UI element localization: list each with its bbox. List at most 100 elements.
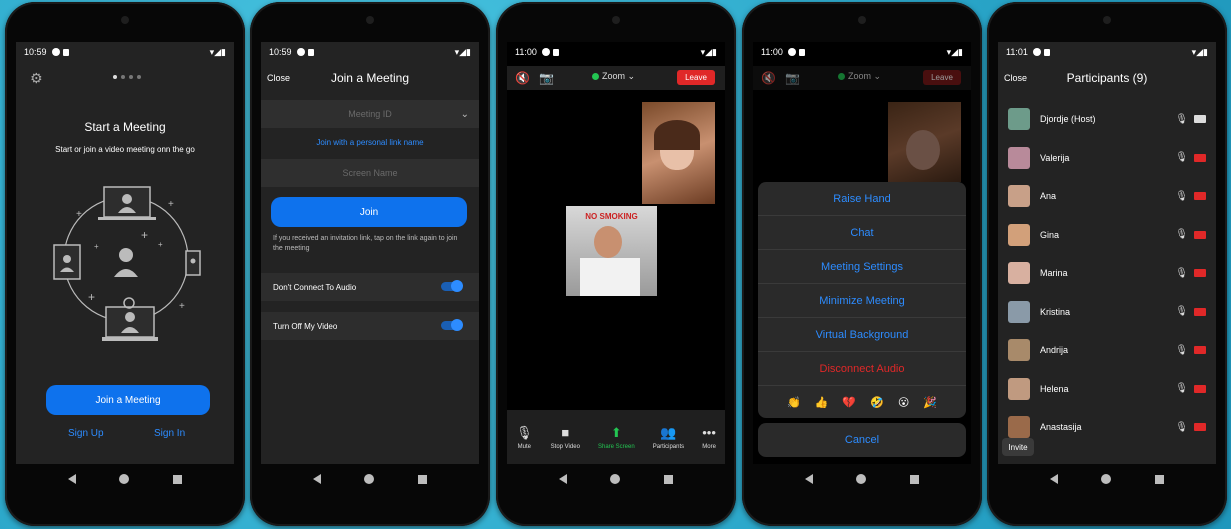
join-meeting-button[interactable]: Join a Meeting [46, 385, 210, 415]
audio-toggle[interactable] [441, 280, 463, 292]
participant-row[interactable]: Ana 🎙 [998, 177, 1216, 215]
meeting-id-input[interactable]: Meeting ID ⌄ [261, 100, 479, 128]
zoom-title-text: Zoom [602, 71, 626, 81]
android-nav-bar [261, 464, 479, 494]
participant-row[interactable]: Djordje (Host) 🎙 [998, 100, 1216, 138]
mic-icon: 🎙 [516, 424, 533, 440]
close-button[interactable]: Close [267, 73, 290, 83]
home-icon[interactable] [856, 474, 867, 484]
join-button[interactable]: Join [271, 197, 467, 227]
participant-video-man[interactable]: NO SMOKING [566, 206, 657, 296]
participant-row[interactable]: Marina 🎙 [998, 254, 1216, 292]
status-icons: ▾◢▮ [700, 46, 717, 57]
personal-link-name[interactable]: Join with a personal link name [261, 138, 479, 147]
close-button[interactable]: Close [1004, 73, 1027, 83]
leave-button[interactable]: Leave [677, 70, 715, 85]
mic-icon: 🎙 [1175, 229, 1188, 240]
screen-meeting: 11:00 ▾◢▮ 🔇 📷 Zoom ⌄ Leave NO SMOKING 🎙 M… [507, 42, 725, 464]
screen-name-input[interactable]: Screen Name [261, 159, 479, 187]
raise-hand-option[interactable]: Raise Hand [758, 182, 966, 216]
mute-label: Mute [517, 443, 531, 450]
svg-text:+: + [88, 290, 95, 304]
clap-reaction[interactable]: 👏 [787, 396, 801, 409]
mic-icon: 🎙 [1175, 267, 1188, 279]
shield-icon [838, 73, 845, 80]
home-icon[interactable] [610, 474, 621, 484]
switch-camera-icon[interactable]: 📷 [539, 71, 554, 85]
back-icon[interactable] [67, 474, 76, 484]
screen-more-menu: 11:00 ▾◢▮ 🔇 📷 Zoom ⌄ Leave Raise Hand Ch… [753, 42, 971, 464]
stop-video-button[interactable]: ■ Stop Video [551, 425, 580, 450]
invite-button[interactable]: Invite [1002, 438, 1034, 456]
participant-hair [654, 120, 700, 150]
recents-icon[interactable] [664, 474, 674, 484]
page-title: Join a Meeting [330, 71, 410, 85]
reaction-row: 👏 👍 💔 🤣 😮 🎉 [758, 386, 966, 418]
meeting-id-placeholder: Meeting ID [348, 109, 392, 119]
screen-join-meeting: 10:59 ▾◢▮ Close Join a Meeting Meeting I… [261, 42, 479, 464]
cancel-button[interactable]: Cancel [758, 423, 966, 457]
avatar [1008, 339, 1030, 361]
audio-toggle-label: Don't Connect To Audio [273, 282, 357, 292]
mic-icon: 🎙 [1175, 383, 1188, 394]
recents-icon[interactable] [173, 474, 183, 484]
status-time: 11:00 [761, 47, 783, 57]
screen-participants: 11:01 ▾◢▮ Close Participants (9) Djordje… [998, 42, 1216, 464]
notification-icon [1032, 48, 1041, 56]
recents-icon[interactable] [910, 474, 920, 484]
gear-icon[interactable]: ⚙ [30, 70, 43, 87]
home-icon[interactable] [364, 474, 375, 484]
laugh-reaction[interactable]: 🤣 [870, 396, 884, 409]
minimize-meeting-option[interactable]: Minimize Meeting [758, 284, 966, 318]
sign-in-link[interactable]: Sign In [154, 428, 185, 439]
party-reaction[interactable]: 🎉 [923, 396, 937, 409]
switch-camera-icon[interactable]: 📷 [785, 71, 800, 85]
svg-text:+: + [158, 240, 163, 249]
speaker-muted-icon[interactable]: 🔇 [761, 71, 776, 85]
no-smoking-sign: NO SMOKING [585, 212, 638, 221]
chat-option[interactable]: Chat [758, 216, 966, 250]
home-icon[interactable] [1101, 474, 1112, 484]
recents-icon[interactable] [1155, 474, 1165, 484]
mute-button[interactable]: 🎙 Mute [516, 425, 533, 450]
participants-button[interactable]: 👥 Participants [653, 425, 684, 450]
camera-off-icon [1194, 153, 1206, 162]
more-button[interactable]: ••• More [702, 425, 716, 450]
participant-row[interactable]: Kristina 🎙 [998, 293, 1216, 331]
leave-button[interactable]: Leave [923, 70, 961, 85]
disconnect-audio-option[interactable]: Disconnect Audio [758, 352, 966, 386]
back-icon[interactable] [804, 474, 813, 484]
back-icon[interactable] [1049, 474, 1058, 484]
zoom-title[interactable]: Zoom ⌄ [838, 71, 881, 82]
zoom-title[interactable]: Zoom ⌄ [592, 71, 635, 82]
heart-reaction[interactable]: 💔 [842, 396, 856, 409]
chevron-down-icon[interactable]: ⌄ [461, 109, 469, 120]
mic-icon: 🎙 [1175, 113, 1188, 125]
participant-name: Andrija [1040, 345, 1069, 355]
meeting-settings-option[interactable]: Meeting Settings [758, 250, 966, 284]
participant-video-woman[interactable] [642, 102, 715, 204]
page-title: Start a Meeting [84, 120, 166, 134]
participant-row[interactable]: Valerija 🎙 [998, 139, 1216, 177]
video-toggle[interactable] [441, 319, 463, 331]
invitation-note: If you received an invitation link, tap … [273, 235, 458, 252]
participant-row[interactable]: Helena 🎙 [998, 370, 1216, 408]
participant-name: Valerija [1040, 152, 1070, 163]
notification-icon [296, 48, 305, 56]
surprised-reaction[interactable]: 😮 [898, 396, 909, 409]
notification-icon [787, 48, 796, 56]
virtual-background-option[interactable]: Virtual Background [758, 318, 966, 352]
participant-row[interactable]: Andrija 🎙 [998, 331, 1216, 369]
back-icon[interactable] [558, 474, 567, 484]
participant-face [594, 226, 622, 258]
participant-row[interactable]: Gina 🎙 [998, 216, 1216, 254]
speaker-muted-icon[interactable]: 🔇 [515, 71, 530, 85]
thumbs-up-reaction[interactable]: 👍 [815, 396, 829, 409]
sign-up-link[interactable]: Sign Up [68, 428, 104, 439]
camera-icon [1194, 115, 1206, 123]
back-icon[interactable] [312, 474, 321, 484]
share-screen-button[interactable]: ⬆ Share Screen [598, 425, 635, 450]
home-icon[interactable] [119, 474, 130, 484]
more-icon: ••• [702, 424, 716, 440]
recents-icon[interactable] [418, 474, 428, 484]
